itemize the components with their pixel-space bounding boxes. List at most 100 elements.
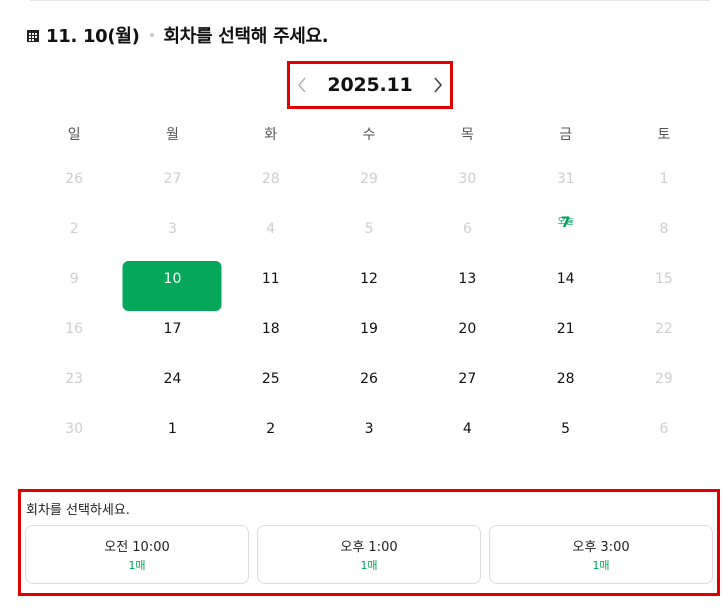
day-number: 8 [659, 221, 669, 237]
next-month-button[interactable] [427, 72, 450, 98]
day-number: 6 [659, 421, 669, 437]
calendar-day[interactable]: 27 [418, 354, 516, 404]
calendar-day: 6 [418, 204, 516, 254]
day-number: 1 [659, 171, 669, 187]
calendar-day[interactable]: 25 [222, 354, 320, 404]
month-label: 2025.11 [327, 74, 413, 96]
calendar-day[interactable]: 20 [418, 304, 516, 354]
calendar-day[interactable]: 17 [123, 304, 221, 354]
day-number: 13 [458, 271, 477, 287]
calendar-day[interactable]: 21 [516, 304, 614, 354]
chevron-right-icon [434, 77, 443, 93]
day-number: 2 [266, 421, 276, 437]
session-list: 오전 10:00 1매 오후 1:00 1매 오후 3:00 1매 [25, 525, 713, 584]
calendar-icon [26, 28, 40, 42]
session-button[interactable]: 오전 10:00 1매 [25, 525, 249, 584]
day-number: 22 [655, 321, 673, 337]
prev-month-button[interactable] [290, 72, 313, 98]
day-number: 4 [266, 221, 276, 237]
chevron-left-icon [297, 77, 306, 93]
day-number: 9 [69, 271, 79, 287]
day-number: 3 [167, 221, 177, 237]
calendar-day[interactable]: 19 [320, 304, 418, 354]
calendar-day[interactable]: 18 [222, 304, 320, 354]
day-number: 20 [458, 321, 477, 337]
day-number: 5 [364, 221, 374, 237]
selected-date-title: 11. 10(월) [46, 26, 140, 47]
calendar-day[interactable]: 11 [222, 254, 320, 304]
day-number: 27 [163, 171, 182, 187]
day-number: 18 [261, 321, 280, 337]
calendar-day: 29 [615, 354, 713, 404]
day-number: 5 [561, 421, 571, 437]
day-number: 4 [462, 421, 472, 437]
day-number: 10 [163, 271, 182, 287]
day-number: 19 [360, 321, 378, 337]
calendar-day[interactable]: 1 [123, 404, 221, 454]
weekday-label: 월 [166, 127, 179, 143]
weekday-label: 금 [559, 127, 573, 143]
calendar-day: 15 [615, 254, 713, 304]
calendar-day: 27 [123, 154, 221, 204]
calendar-day: 5 [320, 204, 418, 254]
calendar-day: 16 [25, 304, 123, 354]
day-number: 23 [65, 371, 84, 387]
day-number: 15 [655, 271, 673, 287]
day-number: 2 [69, 221, 79, 237]
calendar-day: 9 [25, 254, 123, 304]
calendar-day[interactable]: 5 [516, 404, 614, 454]
calendar-day: 6 [615, 404, 713, 454]
calendar-day[interactable]: 26 [320, 354, 418, 404]
weekday-label: 일 [67, 127, 81, 143]
calendar-day[interactable]: 3 [320, 404, 418, 454]
calendar-day: 30 [25, 404, 123, 454]
session-section-title: 회차를 선택하세요. [26, 503, 130, 518]
day-number: 1 [167, 421, 177, 437]
weekday-label: 수 [362, 127, 376, 143]
day-number: 28 [261, 171, 280, 187]
calendar-day: 22 [615, 304, 713, 354]
calendar-day-today: 7 오늘 [516, 204, 614, 254]
calendar-day: 29 [320, 154, 418, 204]
today-label: 오늘 [557, 217, 574, 227]
calendar-day[interactable]: 28 [516, 354, 614, 404]
calendar-day: 31 [516, 154, 614, 204]
calendar-day[interactable]: 4 [418, 404, 516, 454]
day-number: 16 [65, 321, 84, 337]
session-time: 오전 10:00 [104, 540, 170, 555]
top-divider [30, 0, 710, 1]
calendar-day: 30 [418, 154, 516, 204]
calendar-day[interactable]: 2 [222, 404, 320, 454]
calendar-day[interactable]: 14 [516, 254, 614, 304]
day-number: 26 [360, 371, 378, 387]
day-number: 12 [360, 271, 378, 287]
session-button[interactable]: 오후 1:00 1매 [257, 525, 481, 584]
day-number: 29 [655, 371, 673, 387]
day-number: 30 [458, 171, 477, 187]
separator-dot [149, 33, 154, 37]
day-number: 14 [556, 271, 575, 287]
day-number: 21 [556, 321, 575, 337]
day-number: 6 [462, 221, 472, 237]
day-number: 3 [364, 421, 374, 437]
day-number: 29 [360, 171, 378, 187]
session-time: 오후 3:00 [572, 540, 630, 555]
day-number: 28 [556, 371, 575, 387]
calendar-day[interactable]: 12 [320, 254, 418, 304]
calendar-day-selected[interactable]: 10 [122, 254, 222, 311]
weekday-header-row: 일 월 화 수 목 금 토 [25, 124, 713, 144]
month-navigator: 2025.11 [290, 64, 450, 106]
session-button[interactable]: 오후 3:00 1매 [489, 525, 713, 584]
calendar-day[interactable]: 13 [418, 254, 516, 304]
day-number: 11 [261, 271, 280, 287]
weekday-label: 토 [657, 127, 671, 143]
calendar-day[interactable]: 24 [123, 354, 221, 404]
day-number: 24 [163, 371, 182, 387]
calendar-day: 23 [25, 354, 123, 404]
session-remaining: 1매 [592, 559, 610, 572]
calendar-day: 8 [615, 204, 713, 254]
calendar-day: 2 [25, 204, 123, 254]
day-number: 30 [65, 421, 84, 437]
calendar-day: 26 [25, 154, 123, 204]
day-number: 25 [261, 371, 280, 387]
